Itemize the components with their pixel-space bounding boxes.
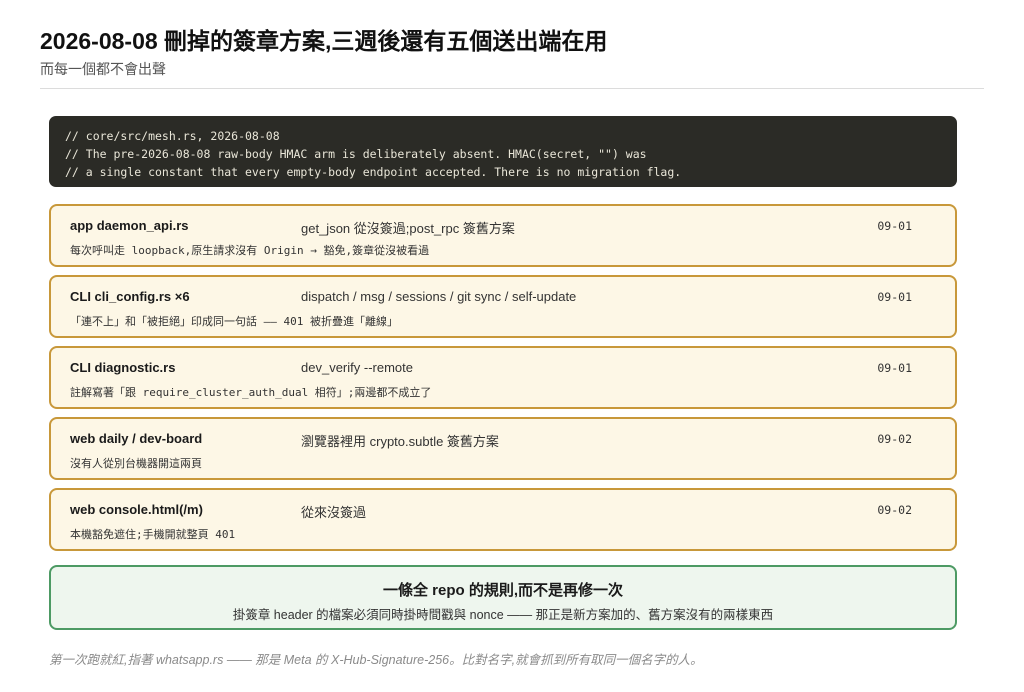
sender-note: 「連不上」和「被拒絕」印成同一句話 —— 401 被折疊進「離線」 (70, 315, 398, 328)
sender-name: CLI diagnostic.rs (70, 360, 176, 375)
sender-note: 註解寫著「跟 require_cluster_auth_dual 相符」;兩邊都… (70, 386, 432, 399)
code-comment-block: // core/src/mesh.rs, 2026-08-08 // The p… (49, 116, 957, 187)
sender-date: 09-01 (877, 219, 912, 233)
code-line: // core/src/mesh.rs, 2026-08-08 (65, 129, 280, 143)
sender-name: app daemon_api.rs (70, 218, 189, 233)
sender-note: 本機豁免遮住;手機開就整頁 401 (70, 528, 236, 541)
repo-rule-callout: 一條全 repo 的規則,而不是再修一次 掛簽章 header 的檔案必須同時掛… (49, 565, 957, 630)
sender-card: web console.html(/m) 從來沒簽過 09-02 本機豁免遮住;… (49, 488, 957, 551)
code-line: // The pre-2026-08-08 raw-body HMAC arm … (65, 147, 647, 161)
sender-name: web console.html(/m) (70, 502, 203, 517)
rule-body: 掛簽章 header 的檔案必須同時掛時間戳與 nonce —— 那正是新方案加… (232, 608, 774, 622)
code-line: // a single constant that every empty-bo… (65, 165, 682, 179)
sender-card: CLI cli_config.rs ×6 dispatch / msg / se… (49, 275, 957, 338)
sender-date: 09-02 (877, 432, 912, 446)
sender-list: app daemon_api.rs get_json 從沒簽過;post_rpc… (49, 204, 957, 559)
sender-name: web daily / dev-board (70, 431, 203, 446)
sender-usage: 從來沒簽過 (301, 505, 367, 520)
page-title: 2026-08-08 刪掉的簽章方案,三週後還有五個送出端在用 (40, 28, 608, 54)
sender-usage: dispatch / msg / sessions / git sync / s… (301, 289, 577, 304)
page-header: 2026-08-08 刪掉的簽章方案,三週後還有五個送出端在用 而每一個都不會出… (40, 26, 984, 78)
sender-note: 沒有人從別台機器開這兩頁 (70, 457, 202, 470)
sender-date: 09-01 (877, 290, 912, 304)
sender-date: 09-01 (877, 361, 912, 375)
sender-card: app daemon_api.rs get_json 從沒簽過;post_rpc… (49, 204, 957, 267)
sender-note: 每次呼叫走 loopback,原生請求沒有 Origin → 豁免,簽章從沒被看… (70, 244, 430, 257)
sender-usage: get_json 從沒簽過;post_rpc 簽舊方案 (301, 221, 515, 236)
footnote: 第一次跑就紅,指著 whatsapp.rs —— 那是 Meta 的 X-Hub… (49, 653, 703, 667)
sender-card: web daily / dev-board 瀏覽器裡用 crypto.subtl… (49, 417, 957, 480)
sender-name: CLI cli_config.rs ×6 (70, 289, 190, 304)
rule-heading: 一條全 repo 的規則,而不是再修一次 (382, 582, 623, 599)
sender-usage: 瀏覽器裡用 crypto.subtle 簽舊方案 (301, 434, 499, 449)
header-divider (40, 88, 984, 89)
sender-usage: dev_verify --remote (301, 360, 413, 375)
sender-card: CLI diagnostic.rs dev_verify --remote 09… (49, 346, 957, 409)
sender-date: 09-02 (877, 503, 912, 517)
page-subtitle: 而每一個都不會出聲 (40, 61, 166, 77)
